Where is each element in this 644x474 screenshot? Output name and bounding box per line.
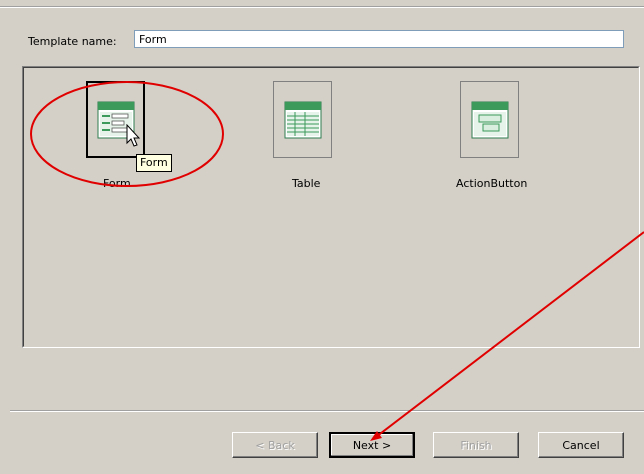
action-button-template-icon [471, 101, 508, 138]
action-button-template-icon-box [460, 81, 519, 158]
cancel-button[interactable]: Cancel [538, 432, 624, 458]
template-name-label: Template name: [28, 35, 117, 48]
mouse-cursor-icon [126, 124, 141, 147]
next-button[interactable]: Next > [329, 432, 415, 458]
template-label-action-button: ActionButton [456, 177, 528, 190]
back-button[interactable]: < Back [232, 432, 318, 458]
table-template-icon-box [273, 81, 332, 158]
table-template-icon [284, 101, 321, 138]
top-separator [0, 6, 644, 8]
template-label-form: Form [103, 177, 131, 190]
button-separator [10, 410, 644, 412]
form-tooltip: Form [136, 154, 172, 172]
template-gallery: Form Table ActionButton [22, 66, 640, 348]
template-name-input[interactable]: Form [134, 30, 624, 48]
template-label-table: Table [292, 177, 321, 190]
finish-button[interactable]: Finish [433, 432, 519, 458]
